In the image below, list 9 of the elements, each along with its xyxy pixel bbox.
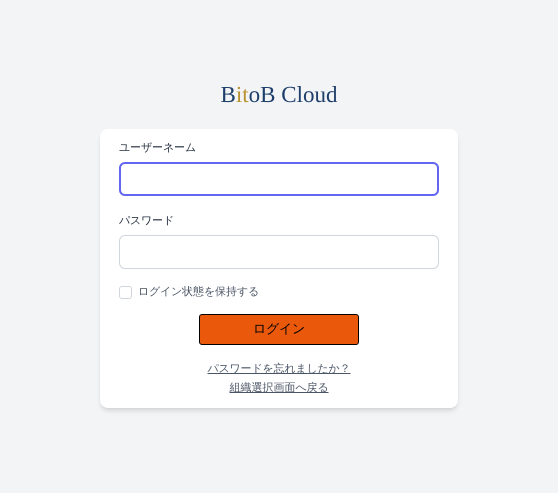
remember-checkbox[interactable] (119, 286, 132, 299)
logo: BitoB Cloud (220, 81, 338, 109)
login-button[interactable]: ログイン (199, 314, 359, 344)
input-field[interactable] (119, 162, 439, 196)
text-link[interactable]: 組織選択画面へ戻る (230, 380, 328, 396)
field-label: パスワード (119, 214, 175, 228)
field-label: ユーザーネーム (119, 141, 197, 155)
remember-label: ログイン状態を保持する (138, 285, 259, 300)
text-link[interactable]: パスワードを忘れましたか？ (208, 360, 350, 376)
